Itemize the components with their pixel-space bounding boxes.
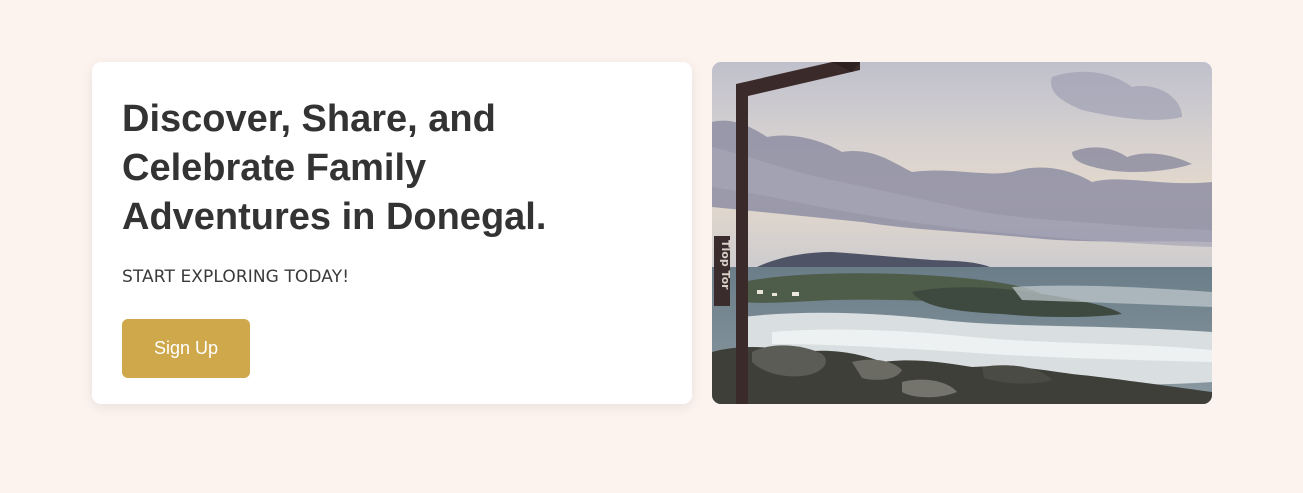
hero-headline: Discover, Share, and Celebrate Family Ad… [122,98,547,238]
hero-card: Discover, Share, and Celebrate Family Ad… [92,62,692,404]
sign-post-text: Tlop Tor [719,240,732,290]
hero-image: Tlop Tor [712,62,1212,404]
sign-up-button[interactable]: Sign Up [122,319,250,378]
coastal-landscape-image: Tlop Tor [712,62,1212,404]
hero-subheading: START EXPLORING TODAY! [122,267,350,287]
